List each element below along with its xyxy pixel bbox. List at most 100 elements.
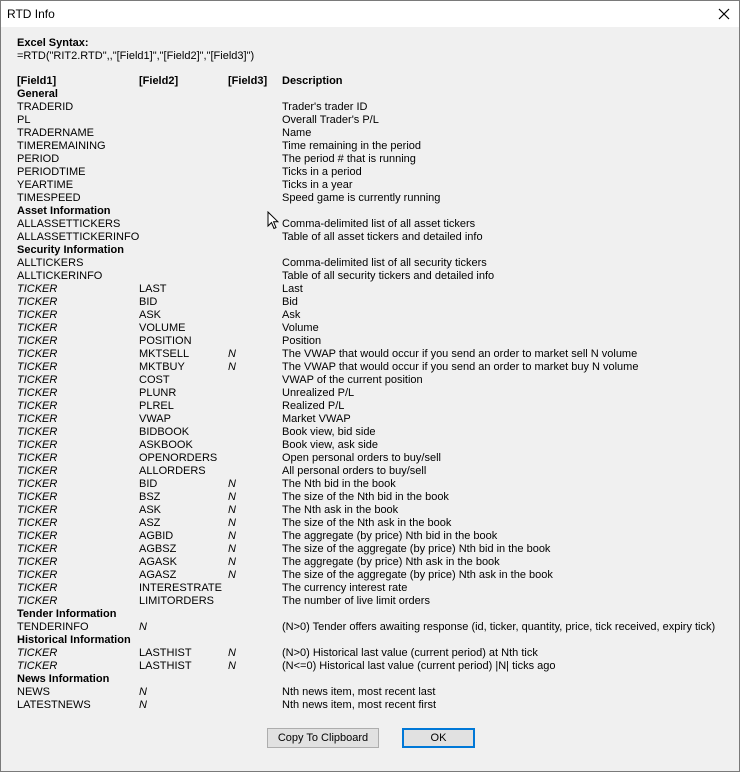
description-cell: Nth news item, most recent last — [282, 686, 436, 698]
table-row: TRADERID Trader's trader ID — [17, 101, 737, 114]
field2-cell: POSITION — [139, 335, 192, 347]
field1-cell: TICKER — [17, 387, 58, 399]
field2-cell: ASK — [139, 309, 162, 321]
section-heading: Security Information — [17, 244, 737, 257]
field3-cell: N — [228, 504, 236, 516]
table-row: TIMESPEED Speed game is currently running — [17, 192, 737, 205]
table-row: TICKER LASTHIST N (N>0) Historical last val… — [17, 647, 737, 660]
field1-cell: LATESTNEWS — [17, 699, 91, 711]
close-icon[interactable] — [718, 8, 730, 20]
table-row: TICKER LAST Last — [17, 283, 737, 296]
description-cell: (N>0) Historical last value (current per… — [282, 647, 538, 659]
field1-cell: TICKER — [17, 374, 58, 386]
description-cell: Table of all security tickers and detail… — [282, 270, 495, 282]
description-cell: The size of the aggregate (by price) Nth… — [282, 569, 553, 581]
table-row: TICKER AGASZ N The size of the aggregate (b… — [17, 569, 737, 582]
description-cell: Table of all asset tickers and detailed … — [282, 231, 483, 243]
header-field3: [Field3] — [228, 75, 268, 87]
description-cell: Time remaining in the period — [282, 140, 421, 152]
table-row: TICKER LIMITORDERS The number of live limi… — [17, 595, 737, 608]
description-cell: Speed game is currently running — [282, 192, 441, 204]
field1-cell: TICKER — [17, 361, 58, 373]
field2-cell: MKTSELL — [139, 348, 190, 360]
field3-cell: N — [228, 660, 236, 672]
description-cell: Comma-delimited list of all security tic… — [282, 257, 487, 269]
description-cell: Ticks in a year — [282, 179, 353, 191]
field2-cell: ASZ — [139, 517, 161, 529]
field2-cell: N — [139, 686, 147, 698]
section-title: General — [17, 88, 58, 100]
field1-cell: NEWS — [17, 686, 50, 698]
description-cell: Ask — [282, 309, 301, 321]
syntax-formula: =RTD("RIT2.RTD",,"[Field1]","[Field2]","… — [17, 50, 255, 62]
description-cell: Unrealized P/L — [282, 387, 355, 399]
table-row: TENDERINFO N (N>0) Tender offers awaiting … — [17, 621, 737, 634]
field1-cell: TICKER — [17, 348, 58, 360]
field1-cell: TICKER — [17, 582, 58, 594]
field1-cell: TICKER — [17, 465, 58, 477]
header-field1: [Field1] — [17, 75, 57, 87]
table-row: TICKER BID N The Nth bid in the book — [17, 478, 737, 491]
description-cell: The Nth ask in the book — [282, 504, 399, 516]
field2-cell: LASTHIST — [139, 660, 192, 672]
description-cell: The number of live limit orders — [282, 595, 430, 607]
field2-cell: MKTBUY — [139, 361, 185, 373]
field2-cell: VOLUME — [139, 322, 186, 334]
syntax-label: Excel Syntax: — [17, 37, 89, 49]
table-row: TICKER AGBSZ N The size of the aggregate (b… — [17, 543, 737, 556]
table-row: TICKER BID Bid — [17, 296, 737, 309]
field2-cell: ASKBOOK — [139, 439, 193, 451]
table-row: YEARTIME Ticks in a year — [17, 179, 737, 192]
description-cell: Last — [282, 283, 303, 295]
copy-to-clipboard-label: Copy To Clipboard — [277, 732, 369, 744]
rtd-info-dialog: RTD Info Excel Syntax: =RTD("RIT2.RTD",,… — [0, 0, 740, 772]
ok-button[interactable]: OK — [402, 728, 475, 748]
field3-cell: N — [228, 348, 236, 360]
description-cell: The period # that is running — [282, 153, 416, 165]
description-cell: The aggregate (by price) Nth ask in the … — [282, 556, 500, 568]
table-row: ALLTICKERS Comma-delimited list of all se… — [17, 257, 737, 270]
field2-cell: BSZ — [139, 491, 161, 503]
copy-to-clipboard-button[interactable]: Copy To Clipboard — [267, 728, 379, 748]
field1-cell: TIMEREMAINING — [17, 140, 106, 152]
field1-cell: PL — [17, 114, 31, 126]
field1-cell: TICKER — [17, 452, 58, 464]
table-row: TICKER ALLORDERS All personal orders to bu… — [17, 465, 737, 478]
table-row: TICKER OPENORDERS Open personal orders to … — [17, 452, 737, 465]
field2-cell: AGBSZ — [139, 543, 177, 555]
field1-cell: ALLASSETTICKERINFO — [17, 231, 140, 243]
table-row: TICKER PLREL Realized P/L — [17, 400, 737, 413]
description-cell: The currency interest rate — [282, 582, 408, 594]
field1-cell: TRADERID — [17, 101, 74, 113]
description-cell: Position — [282, 335, 322, 347]
field1-cell: TICKER — [17, 660, 58, 672]
description-cell: The size of the aggregate (by price) Nth… — [282, 543, 551, 555]
table-row: TICKER BIDBOOK Book view, bid side — [17, 426, 737, 439]
description-cell: Overall Trader's P/L — [282, 114, 379, 126]
field3-cell: N — [228, 478, 236, 490]
title-bar[interactable]: RTD Info — [1, 1, 739, 27]
field1-cell: TICKER — [17, 400, 58, 412]
dialog-content: Excel Syntax: =RTD("RIT2.RTD",,"[Field1]… — [17, 37, 737, 711]
field2-cell: ALLORDERS — [139, 465, 206, 477]
field3-cell: N — [228, 543, 236, 555]
field1-cell: TICKER — [17, 426, 58, 438]
field1-cell: PERIOD — [17, 153, 60, 165]
field2-cell: AGASZ — [139, 569, 177, 581]
description-cell: Book view, ask side — [282, 439, 378, 451]
section-heading: Tender Information — [17, 608, 737, 621]
field1-cell: TICKER — [17, 413, 58, 425]
field1-cell: TICKER — [17, 530, 58, 542]
field1-cell: PERIODTIME — [17, 166, 86, 178]
section-heading: News Information — [17, 673, 737, 686]
table-row: PERIOD The period # that is running — [17, 153, 737, 166]
section-title: Asset Information — [17, 205, 111, 217]
table-row: TICKER PLUNR Unrealized P/L — [17, 387, 737, 400]
description-cell: Name — [282, 127, 312, 139]
field2-cell: LIMITORDERS — [139, 595, 214, 607]
close-button[interactable] — [709, 1, 739, 27]
field1-cell: TICKER — [17, 322, 58, 334]
field1-cell: TICKER — [17, 647, 58, 659]
field2-cell: LAST — [139, 283, 167, 295]
table-row: ALLASSETTICKERS Comma-delimited list of a… — [17, 218, 737, 231]
